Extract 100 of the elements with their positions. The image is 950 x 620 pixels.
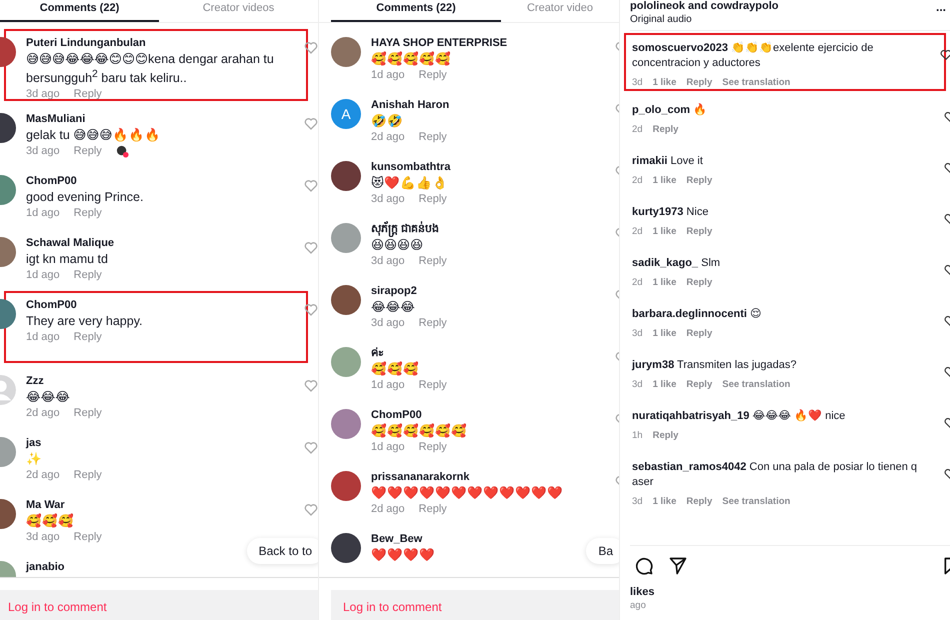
username[interactable]: ChomP00: [371, 408, 422, 423]
comment-text: 🥰🥰🥰🥰🥰🥰: [371, 423, 467, 439]
username[interactable]: prissananarakornk: [371, 470, 470, 485]
reply-link[interactable]: Reply: [418, 439, 447, 455]
avatar-photo-placeholder[interactable]: [331, 285, 361, 315]
like-count[interactable]: 1 like: [652, 226, 676, 237]
back-to-top-button[interactable]: Back to to: [246, 538, 318, 564]
username[interactable]: sirapop2: [371, 284, 417, 299]
reply-link[interactable]: Reply: [74, 86, 102, 102]
comment-time: 2d: [632, 226, 643, 237]
username[interactable]: janabio: [26, 560, 65, 575]
tab[interactable]: Creator videos: [159, 0, 318, 22]
like-count[interactable]: 1 like: [652, 175, 676, 186]
like-count[interactable]: 1 like: [652, 277, 676, 288]
comment-time: 2d: [632, 124, 643, 135]
like-count[interactable]: 1 like: [652, 379, 676, 390]
avatar-photo-placeholder[interactable]: [331, 533, 361, 563]
username[interactable]: Puteri Lindunganbulan: [26, 36, 146, 51]
comment-time: 2d ago: [371, 502, 405, 517]
comment-time: 1d ago: [371, 440, 405, 455]
heart-icon[interactable]: [940, 49, 950, 61]
comment-text: somoscuervo2023 👏👏👏exelente ejercicio de concentracion y aductores: [632, 41, 874, 71]
username[interactable]: ChomP00: [26, 298, 77, 313]
username[interactable]: kunsombathtra: [371, 160, 450, 175]
reply-link[interactable]: Reply: [418, 67, 447, 83]
comment-time: 2d: [632, 277, 643, 288]
login-link[interactable]: Log in to comment: [8, 600, 107, 614]
comment-time: 3d ago: [26, 144, 60, 159]
comment-text: igt kn mamu td: [26, 251, 108, 267]
translation-link[interactable]: See translation: [722, 77, 790, 88]
like-count[interactable]: 1 like: [652, 77, 676, 88]
username[interactable]: ค่ะ: [371, 346, 384, 361]
like-count[interactable]: 1 like: [652, 328, 676, 339]
tab[interactable]: Comments (22): [0, 0, 159, 22]
comment-text: 😆😆😆😆: [371, 237, 424, 253]
reply-link[interactable]: Reply: [418, 253, 447, 269]
reply-link[interactable]: Reply: [74, 143, 102, 159]
comment-text: good evening Prince.: [26, 189, 144, 205]
avatar[interactable]: A: [331, 99, 361, 129]
comment-text: 😅😅😅😂😂😂😊😊😊kena dengar arahan tu bersungguh$^{2}$ baru tak keliru..: [26, 51, 275, 86]
send-icon[interactable]: [668, 556, 688, 576]
username[interactable]: Bew_Bew: [371, 532, 422, 547]
reply-link[interactable]: Reply: [686, 379, 712, 390]
comment-text: kurty1973 Nice: [632, 205, 710, 220]
comment-time: 1d ago: [26, 268, 60, 283]
comment-text: They are very happy.: [26, 313, 142, 329]
reply-link[interactable]: Reply: [686, 226, 712, 237]
comment-time: 2d ago: [26, 468, 60, 483]
reply-link[interactable]: Reply: [74, 467, 102, 483]
translation-link[interactable]: See translation: [722, 379, 790, 390]
comment-text: 😻❤💪👍👌: [371, 175, 448, 191]
reply-link[interactable]: Reply: [74, 205, 102, 221]
comment-text: gelak tu 😅😅😅🔥🔥🔥: [26, 127, 160, 143]
comment-text: 😂😂😂: [371, 299, 415, 315]
comment-time: 3d: [632, 379, 643, 390]
reply-link[interactable]: Reply: [686, 328, 712, 339]
username[interactable]: សុភ័ក្ត្រ ជាគន់បង: [371, 222, 440, 237]
reply-link[interactable]: Reply: [686, 77, 712, 88]
username[interactable]: jas: [26, 436, 42, 451]
avatar-photo-placeholder[interactable]: [331, 161, 361, 191]
username[interactable]: Anishah Haron: [371, 98, 450, 113]
comment-time: 1d ago: [371, 378, 405, 393]
avatar-photo-placeholder[interactable]: [331, 471, 361, 501]
reply-link[interactable]: Reply: [686, 277, 712, 288]
back-to-top-button[interactable]: Ba: [586, 538, 619, 564]
reply-link[interactable]: Reply: [418, 191, 447, 207]
username[interactable]: Zzz: [26, 374, 44, 389]
username[interactable]: Schawal Malique: [26, 236, 114, 251]
username[interactable]: MasMuliani: [26, 112, 86, 127]
comment-icon[interactable]: [634, 556, 654, 576]
comment-time: 3d: [632, 77, 643, 88]
login-link[interactable]: Log in to comment: [343, 600, 442, 614]
reply-link[interactable]: Reply: [652, 430, 678, 441]
username[interactable]: ChomP00: [26, 174, 77, 189]
reply-link[interactable]: Reply: [74, 329, 102, 345]
more-menu[interactable]: ...: [936, 0, 950, 30]
likes-count[interactable]: likes: [630, 582, 950, 598]
reply-link[interactable]: Reply: [652, 124, 678, 135]
like-count[interactable]: 1 like: [652, 496, 676, 507]
reply-link[interactable]: Reply: [418, 377, 447, 393]
reply-link[interactable]: Reply: [74, 405, 102, 421]
username[interactable]: Ma War: [26, 498, 65, 513]
login-bar[interactable]: Log in to comment: [331, 590, 619, 620]
tab[interactable]: Creator video: [501, 0, 619, 22]
audio-label[interactable]: Original audio: [630, 13, 936, 27]
username[interactable]: HAYA SHOP ENTERPRISE: [371, 36, 508, 51]
comment-time: 2d ago: [26, 406, 60, 421]
comment-time: 3d ago: [371, 192, 405, 207]
reply-link[interactable]: Reply: [686, 496, 712, 507]
tab[interactable]: Comments (22): [331, 0, 501, 22]
comment-text: rimakii Love it: [632, 154, 704, 169]
reply-link[interactable]: Reply: [74, 529, 102, 545]
reply-link[interactable]: Reply: [418, 315, 447, 331]
comment-time: 1d ago: [371, 68, 405, 83]
reply-link[interactable]: Reply: [74, 267, 102, 283]
reply-link[interactable]: Reply: [686, 175, 712, 186]
login-bar[interactable]: Log in to comment: [0, 590, 318, 620]
reply-link[interactable]: Reply: [418, 501, 447, 517]
reply-link[interactable]: Reply: [418, 129, 447, 145]
translation-link[interactable]: See translation: [722, 496, 790, 507]
